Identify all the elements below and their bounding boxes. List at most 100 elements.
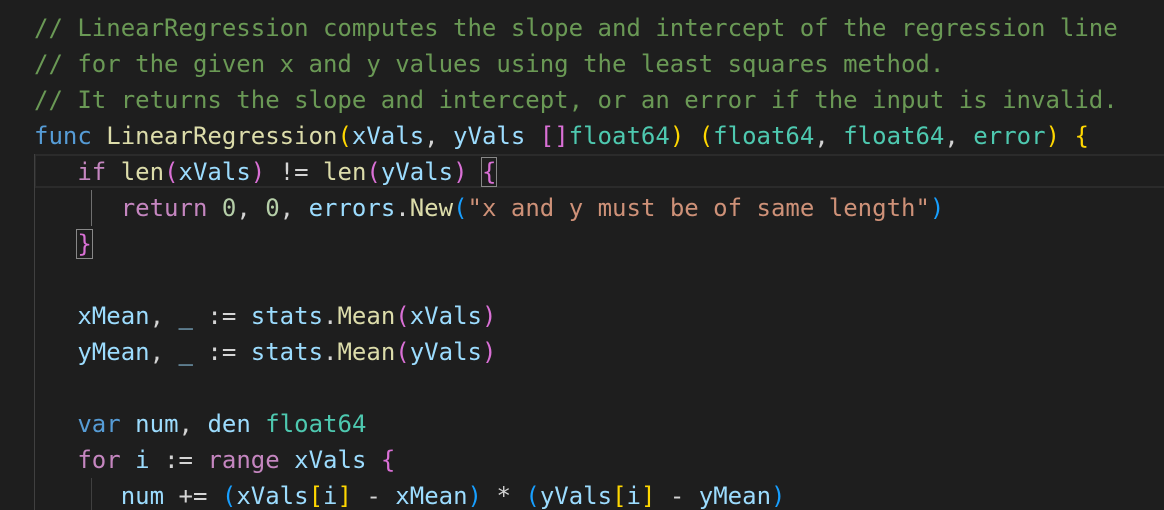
bracket: )	[250, 158, 266, 186]
bracket: ]	[337, 482, 352, 510]
keyword-range: range	[207, 446, 280, 474]
bracket: )	[481, 338, 497, 366]
number-zero: 0	[265, 194, 280, 222]
comment-text: // LinearRegression computes the slope a…	[34, 14, 1118, 42]
comma: ,	[178, 410, 208, 438]
bracket: )	[929, 194, 945, 222]
code-line-7[interactable]: }	[34, 226, 93, 262]
param-xvals: xVals	[351, 122, 425, 150]
bracket: (	[164, 158, 179, 186]
code-line-13[interactable]: for i := range xVals {	[34, 442, 395, 478]
variable-yvals: yVals	[409, 338, 482, 366]
param-yvals: yVals	[453, 122, 526, 150]
bracket: ]	[640, 482, 656, 510]
bracket: (	[698, 122, 714, 150]
type-error: error	[973, 122, 1046, 150]
operator-define: :=	[164, 446, 193, 474]
keyword-if: if	[77, 158, 107, 186]
type-float64: float64	[843, 122, 945, 150]
variable-yvals: yVals	[380, 158, 454, 186]
variable-i: i	[135, 446, 150, 474]
bracket: [	[308, 482, 324, 510]
keyword-func: func	[34, 122, 92, 150]
bracket: (	[221, 482, 237, 510]
bracket: )	[1045, 122, 1060, 150]
function-new: New	[409, 194, 454, 222]
comma: ,	[149, 338, 179, 366]
matched-bracket: }	[76, 229, 93, 259]
function-len: len	[323, 158, 367, 186]
dot: .	[323, 338, 338, 366]
blank-identifier: _	[178, 338, 193, 366]
function-name: LinearRegression	[106, 122, 338, 150]
comma: ,	[944, 122, 974, 150]
code-line-1[interactable]: // LinearRegression computes the slope a…	[34, 10, 1118, 46]
variable-num: num	[135, 410, 179, 438]
bracket: (	[395, 302, 410, 330]
operator-minus: -	[669, 482, 685, 510]
dot: .	[395, 194, 410, 222]
operator-define: :=	[207, 338, 237, 366]
type-float64: float64	[568, 122, 670, 150]
variable-xvals: xVals	[178, 158, 251, 186]
package-errors: errors	[308, 194, 396, 222]
bracket: (	[366, 158, 381, 186]
code-line-5[interactable]: if len(xVals) != len(yVals) {	[34, 154, 498, 190]
variable-i: i	[323, 482, 338, 510]
operator-neq: !=	[279, 158, 309, 186]
variable-den: den	[207, 410, 251, 438]
package-stats: stats	[250, 302, 324, 330]
variable-xmean: xMean	[77, 302, 150, 330]
bracket: (	[453, 194, 468, 222]
bracket: {	[380, 446, 396, 474]
code-line-4[interactable]: func LinearRegression(xVals, yVals []flo…	[34, 118, 1089, 154]
variable-xvals: xVals	[294, 446, 367, 474]
type-float64: float64	[713, 122, 815, 150]
variable-num: num	[120, 482, 165, 510]
operator-minus: -	[366, 482, 381, 510]
comma: ,	[814, 122, 844, 150]
variable-xvals: xVals	[409, 302, 482, 330]
bracket: []	[539, 122, 569, 150]
variable-ymean: yMean	[77, 338, 150, 366]
operator-plus-assign: +=	[178, 482, 208, 510]
variable-i: i	[626, 482, 641, 510]
variable-xmean: xMean	[395, 482, 468, 510]
string-literal: "x and y must be of same length"	[467, 194, 930, 222]
code-line-12[interactable]: var num, den float64	[34, 406, 366, 442]
bracket: (	[525, 482, 540, 510]
code-line-10[interactable]: yMean, _ := stats.Mean(yVals)	[34, 334, 496, 370]
keyword-var: var	[77, 410, 121, 438]
code-line-3[interactable]: // It returns the slope and intercept, o…	[34, 82, 1118, 118]
bracket: {	[1074, 122, 1089, 150]
comma: ,	[149, 302, 179, 330]
bracket: )	[467, 482, 482, 510]
bracket: (	[337, 122, 352, 150]
code-line-14[interactable]: num += (xVals[i] - xMean) * (yVals[i] - …	[34, 478, 786, 510]
operator-mul: *	[496, 482, 511, 510]
comma: ,	[236, 194, 266, 222]
code-line-9[interactable]: xMean, _ := stats.Mean(xVals)	[34, 298, 496, 334]
number-zero: 0	[221, 194, 237, 222]
bracket: )	[481, 302, 497, 330]
type-float64: float64	[265, 410, 367, 438]
code-line-6[interactable]: return 0, 0, errors.New("x and y must be…	[34, 190, 945, 226]
comment-text: // for the given x and y values using th…	[34, 50, 945, 78]
comma: ,	[279, 194, 309, 222]
comment-text: // It returns the slope and intercept, o…	[34, 86, 1118, 114]
matched-bracket: {	[480, 157, 498, 187]
variable-yvals: yVals	[539, 482, 613, 510]
code-editor[interactable]: // LinearRegression computes the slope a…	[0, 0, 1164, 510]
variable-xvals: xVals	[236, 482, 309, 510]
blank-identifier: _	[178, 302, 193, 330]
package-stats: stats	[250, 338, 324, 366]
code-line-2[interactable]: // for the given x and y values using th…	[34, 46, 944, 82]
operator-define: :=	[207, 302, 237, 330]
keyword-return: return	[120, 194, 208, 222]
function-mean: Mean	[337, 338, 396, 366]
bracket: )	[669, 122, 685, 150]
dot: .	[323, 302, 338, 330]
bracket: [	[612, 482, 627, 510]
bracket: (	[395, 338, 410, 366]
bracket: )	[771, 482, 786, 510]
